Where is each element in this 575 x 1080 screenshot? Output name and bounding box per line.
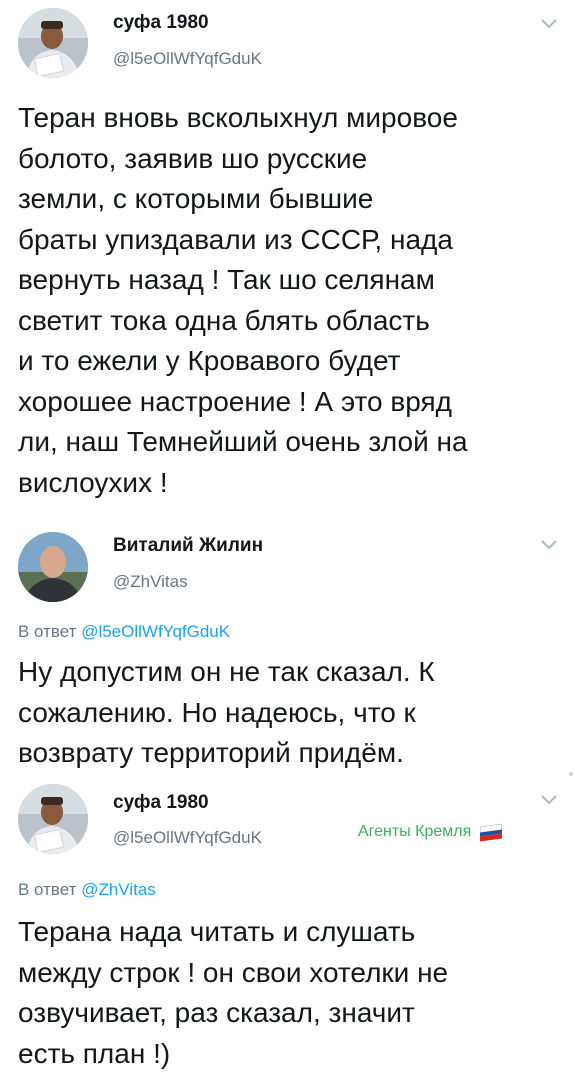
display-name[interactable]: суфа 1980	[113, 792, 209, 814]
tweet-text-line: сожалению. Но надеюсь, что к	[18, 696, 416, 728]
user-handle[interactable]: @l5eOllWfYqfGduK	[113, 828, 262, 848]
tweet-text-line: светит тока одна блять область	[18, 304, 430, 336]
avatar[interactable]	[18, 784, 88, 854]
reply-mention-link[interactable]: @ZhVitas	[81, 880, 156, 899]
user-handle[interactable]: @l5eOllWfYqfGduK	[113, 49, 262, 69]
scroll-marker	[569, 772, 573, 776]
watermark-text: Агенты Кремля	[358, 823, 472, 840]
tweet-text-line: озвучивает, раз сказал, значит	[18, 997, 415, 1028]
tweet-text-line: Ну допустим он не так сказал. К	[18, 656, 435, 687]
chevron-down-icon[interactable]	[540, 539, 558, 551]
tweet-text: Терана нада читать и слушать между строк…	[18, 912, 558, 1074]
tweet-text-line: и то ежели у Кровавого будет	[18, 345, 401, 376]
user-handle[interactable]: @ZhVitas	[113, 572, 188, 592]
reply-prefix: В ответ	[18, 622, 77, 641]
tweet-text-line: есть план !)	[18, 1037, 171, 1069]
russian-flag-icon	[479, 823, 502, 842]
tweet-text-line: Теран вновь всколыхнул мировое	[18, 102, 458, 133]
tweet-text: Теран вновь всколыхнул мировое болото, з…	[18, 98, 558, 503]
tweet-text: Ну допустим он не так сказал. К сожалени…	[18, 652, 558, 774]
tweet-text-line: земли, с которыми бывшие	[18, 183, 374, 214]
reply-prefix: В ответ	[18, 880, 77, 899]
display-name[interactable]: Виталий Жилин	[113, 535, 263, 557]
tweet-text-line: возврату территорий придём.	[18, 737, 404, 768]
tweet-text-line: вислоухих !	[18, 466, 168, 498]
watermark: Агенты Кремля	[358, 823, 502, 842]
tweet-text-line: хорошее настроение ! А это вряд	[18, 385, 452, 417]
chevron-down-icon[interactable]	[540, 794, 558, 806]
tweet-text-line: между строк ! он свои хотелки не	[18, 956, 449, 988]
tweet-text-line: ли, наш Темнейший очень злой на	[18, 426, 468, 457]
tweet-text-line: болото, заявив шо русские	[18, 142, 368, 174]
chevron-down-icon[interactable]	[540, 18, 558, 30]
avatar[interactable]	[18, 8, 88, 78]
tweet-text-line: Терана нада читать и слушать	[18, 916, 416, 947]
reply-context: В ответ @l5eOllWfYqfGduK	[18, 622, 230, 642]
reply-mention-link[interactable]: @l5eOllWfYqfGduK	[81, 622, 230, 641]
display-name[interactable]: суфа 1980	[113, 12, 209, 34]
tweet-text-line: браты упиздавали из СССР, нада	[18, 223, 453, 255]
reply-context: В ответ @ZhVitas	[18, 880, 156, 900]
tweet-text-line: вернуть назад ! Так шо селянам	[18, 264, 435, 295]
avatar[interactable]	[18, 532, 88, 602]
